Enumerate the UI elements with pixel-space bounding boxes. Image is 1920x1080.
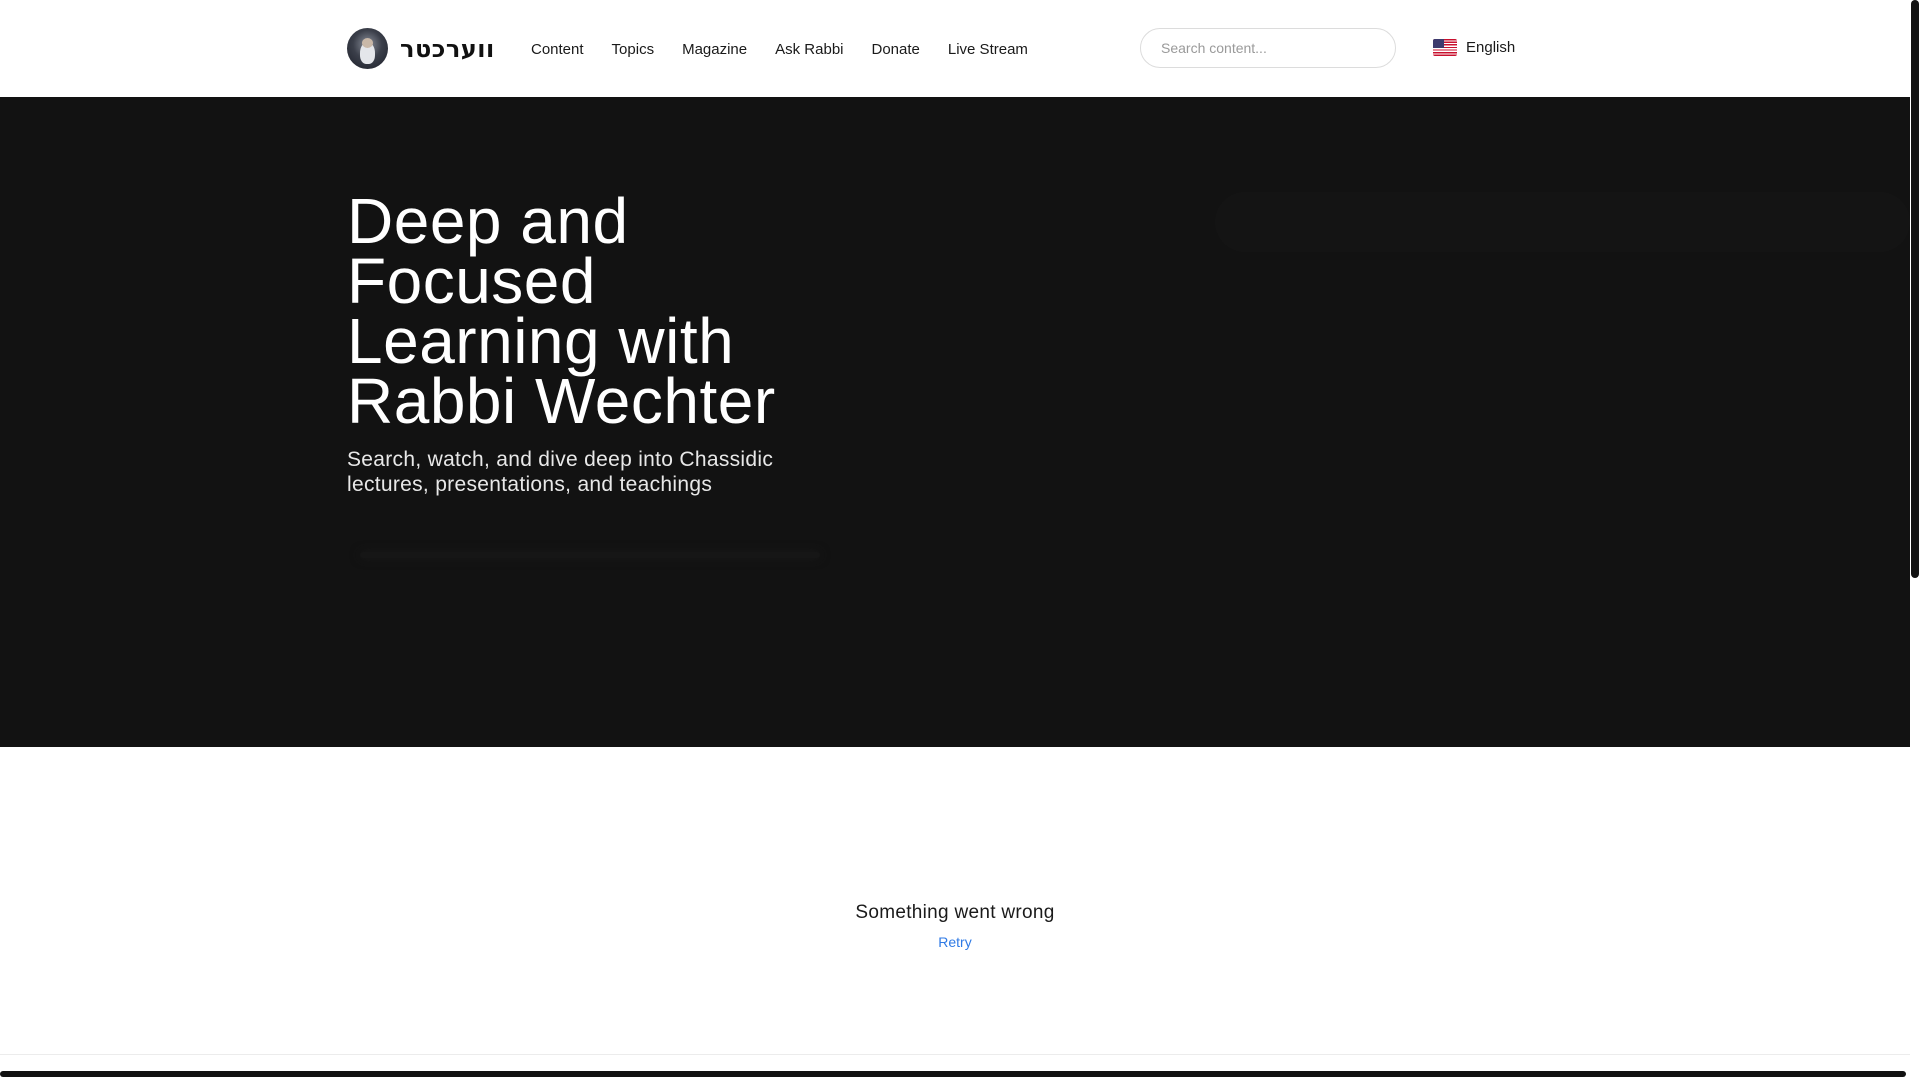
site-logo[interactable]: ווערכטר [347,28,495,69]
hero-subtitle: Search, watch, and dive deep into Chassi… [347,448,774,496]
language-selector[interactable]: English [1433,39,1515,56]
search-box [1140,28,1396,68]
bottom-bar [0,1071,1906,1077]
hero-section: Deep and Focused Learning with Rabbi Wec… [0,97,1910,747]
us-flag-icon [1433,39,1457,56]
nav-item-topics[interactable]: Topics [612,41,655,58]
error-state: Something went wrong Retry [0,902,1910,952]
page-scrollbar[interactable] [1910,0,1920,1080]
hero-title: Deep and Focused Learning with Rabbi Wec… [347,185,776,437]
nav-item-magazine[interactable]: Magazine [682,41,747,58]
main-nav: Content Topics Magazine Ask Rabbi Donate… [531,41,1056,58]
hero-search-placeholder [360,552,820,558]
site-header: ווערכטר Content Topics Magazine Ask Rabb… [0,0,1910,97]
hero-decoration [1215,192,1910,252]
language-label: English [1466,39,1516,56]
scrollbar-thumb[interactable] [1911,0,1919,578]
logo-text: ווערכטר [400,34,495,63]
flag-canton [1433,39,1444,48]
rabbi-avatar [347,28,388,69]
avatar-face [362,38,373,48]
nav-item-ask-rabbi[interactable]: Ask Rabbi [775,41,843,58]
error-message: Something went wrong [855,902,1055,923]
divider [0,1054,1910,1055]
retry-button[interactable]: Retry [938,934,971,950]
nav-item-content[interactable]: Content [531,41,584,58]
search-input[interactable] [1141,29,1395,67]
nav-item-donate[interactable]: Donate [872,41,920,58]
nav-item-live-stream[interactable]: Live Stream [948,41,1028,58]
